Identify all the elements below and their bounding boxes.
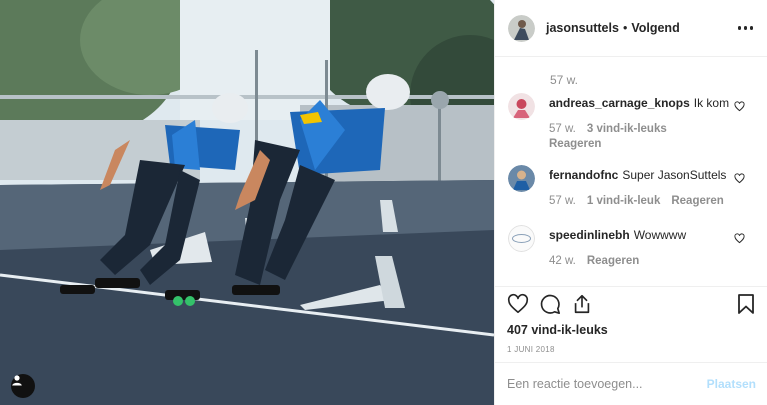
comment-meta: 57 w. 1 vind-ik-leuk Reageren: [549, 195, 724, 207]
comment-input[interactable]: [507, 377, 707, 391]
instagram-post: jasonsuttels • Volgend 57 w. andreas_car…: [0, 0, 767, 405]
comment-username[interactable]: fernandofnc: [549, 168, 618, 182]
bookmark-icon[interactable]: [737, 293, 755, 315]
comments-list[interactable]: 57 w. andreas_carnage_knops Ik kom 57 w. …: [495, 57, 767, 286]
post-comment-button[interactable]: Plaatsen: [707, 377, 756, 391]
post-actions: 407 vind-ik-leuks 1 JUNI 2018: [495, 286, 767, 362]
comment-meta: 42 w. Reageren: [549, 255, 639, 267]
heart-icon[interactable]: [507, 293, 529, 315]
comment-body: Super JasonSuttels: [622, 168, 727, 182]
avatar[interactable]: [508, 93, 535, 120]
comment-heart-icon[interactable]: [734, 101, 745, 112]
comment-time: 57 w.: [549, 123, 576, 135]
more-icon[interactable]: [737, 26, 753, 30]
user-tag-icon[interactable]: [11, 374, 35, 398]
skaters-image: [0, 0, 494, 405]
share-icon[interactable]: [571, 293, 593, 315]
comment-icon[interactable]: [539, 293, 561, 315]
comment-likes[interactable]: 1 vind-ik-leuk: [587, 195, 661, 207]
avatar[interactable]: [508, 165, 535, 192]
post-sidebar: jasonsuttels • Volgend 57 w. andreas_car…: [494, 0, 767, 405]
reply-button[interactable]: Reageren: [671, 195, 723, 207]
comment-body: Ik kom: [693, 96, 730, 110]
comment-heart-icon[interactable]: [734, 173, 745, 184]
comment-heart-icon[interactable]: [734, 233, 745, 244]
comment-username[interactable]: andreas_carnage_knops: [549, 96, 690, 110]
action-icons: [507, 293, 593, 315]
post-date: 1 JUNI 2018: [507, 345, 555, 354]
comment-text: andreas_carnage_knops Ik kom: [549, 96, 729, 110]
comment-likes[interactable]: 3 vind-ik-leuks: [587, 123, 667, 135]
comment-time: 57 w.: [549, 195, 576, 207]
avatar[interactable]: [508, 225, 535, 252]
reply-button[interactable]: Reageren: [549, 138, 749, 150]
separator-dot: •: [622, 21, 628, 35]
reply-button[interactable]: Reageren: [587, 255, 639, 267]
avatar[interactable]: [508, 14, 535, 42]
likes-count[interactable]: 407 vind-ik-leuks: [507, 323, 608, 337]
follow-button[interactable]: Volgend: [631, 21, 679, 35]
comment-time: 57 w.: [550, 73, 579, 87]
comment-text: speedinlinebh Wowwww: [549, 228, 686, 242]
add-comment-bar: Plaatsen: [495, 362, 767, 405]
comment-meta: 57 w. 3 vind-ik-leuks Reageren: [549, 123, 749, 150]
save-button[interactable]: [737, 293, 755, 315]
comment-body: Wowwww: [633, 228, 687, 242]
post-header: jasonsuttels • Volgend: [495, 0, 767, 57]
comment-username[interactable]: speedinlinebh: [549, 228, 630, 242]
post-author-username[interactable]: jasonsuttels: [546, 21, 619, 35]
comment-text: fernandofnc Super JasonSuttels: [549, 168, 726, 182]
comment-time: 42 w.: [549, 255, 576, 267]
post-photo[interactable]: [0, 0, 494, 405]
